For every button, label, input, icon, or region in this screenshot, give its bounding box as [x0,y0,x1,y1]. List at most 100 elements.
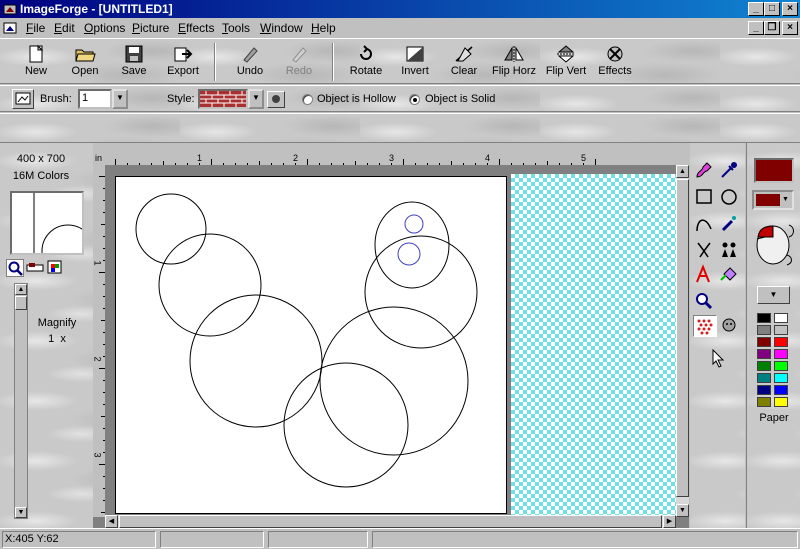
text-tool[interactable] [693,264,717,286]
maximize-button[interactable]: □ [764,2,780,16]
menu-tools[interactable]: Tools [222,21,250,35]
pattern-tool[interactable] [693,315,717,337]
mouse-buttons-icon[interactable] [751,217,797,270]
palette-swatch[interactable] [774,325,788,335]
select-color-icon[interactable] [46,259,64,277]
rotate-button[interactable]: Rotate [340,42,392,82]
solid-label[interactable]: Object is Solid [425,93,495,105]
menu-file[interactable]: File [26,21,45,35]
ruler-tick [523,163,524,165]
mdi-restore-button[interactable]: ❐ [764,21,780,35]
open-button[interactable]: Open [59,42,111,82]
slider-down-button[interactable]: ▼ [15,507,27,518]
palette-swatch[interactable] [757,373,771,383]
palette-swatch[interactable] [757,361,771,371]
ruler-tick [223,163,224,165]
menu-window[interactable]: Window [260,21,303,35]
palette-swatch[interactable] [774,373,788,383]
brush-preview-icon[interactable] [12,89,34,109]
menu-picture[interactable]: Picture [132,21,169,35]
flip-horz-button[interactable]: Flip Horz [488,42,540,82]
scroll-up-button[interactable]: ▲ [676,165,689,178]
brush-dropdown-button[interactable]: ▼ [112,89,128,109]
ruler-tick [271,163,272,165]
scan-icon[interactable] [26,259,44,277]
canvas-frame: in 1 2 3 4 5 1 2 3 ▲ ▼ ◀ ▶ [93,153,689,528]
scroll-left-button[interactable]: ◀ [105,515,118,528]
rectangle-tool[interactable] [693,186,717,208]
fill-tool[interactable] [718,264,742,286]
palette-swatch[interactable] [774,337,788,347]
mdi-close-button[interactable]: × [782,21,798,35]
clear-button[interactable]: Clear [438,42,490,82]
magnify-tool-icon[interactable] [6,259,24,277]
effects-label: Effects [598,65,632,77]
new-button[interactable]: New [10,42,62,82]
slider-thumb[interactable] [15,296,27,310]
style-pattern-field[interactable] [198,89,248,109]
curve-tool[interactable] [693,213,717,235]
menu-effects[interactable]: Effects [178,21,214,35]
palette-swatch[interactable] [757,397,771,407]
select-tool[interactable] [693,239,717,261]
effects-button[interactable]: Effects [589,42,641,82]
palette-swatch[interactable] [774,385,788,395]
scroll-right-button[interactable]: ▶ [663,515,676,528]
ruler-tick [103,200,105,201]
brush-size-field[interactable]: 1 [78,89,112,109]
magnify-slider[interactable]: ▲ ▼ [14,283,28,519]
palette-swatch[interactable] [774,313,788,323]
mdi-minimize-button[interactable]: _ [748,21,764,35]
ruler-tick [247,163,248,165]
redo-label: Redo [285,65,313,77]
palette-swatch[interactable] [774,349,788,359]
invert-button[interactable]: Invert [389,42,441,82]
hollow-label[interactable]: Object is Hollow [317,93,396,105]
style-dropdown-button[interactable]: ▼ [248,89,264,109]
clone-tool[interactable] [718,239,742,261]
palette-swatch[interactable] [774,361,788,371]
image-thumbnail[interactable] [10,191,84,255]
horizontal-scroll-thumb[interactable] [119,515,662,528]
undo-button[interactable]: Undo [224,42,276,82]
palette-menu-button[interactable]: ▼ [757,286,790,304]
menu-edit[interactable]: Edit [54,21,75,35]
close-button[interactable]: × [782,2,798,16]
spray-tool[interactable] [718,213,742,235]
palette-swatch[interactable] [757,385,771,395]
ruler-number: 1 [197,153,203,163]
vertical-scrollbar[interactable]: ▲ ▼ [676,165,689,517]
solid-radio[interactable] [409,94,420,105]
menu-help[interactable]: Help [311,21,336,35]
export-button[interactable]: Export [157,42,209,82]
dropper-tool[interactable] [718,159,742,181]
palette-swatch[interactable] [757,325,771,335]
fill-style-button[interactable] [267,91,285,108]
app-icon[interactable] [3,2,17,16]
drawing-canvas[interactable] [115,176,507,514]
foreground-color-swatch[interactable] [754,158,794,183]
brush-tool[interactable] [693,159,717,181]
flip-vert-button[interactable]: Flip Vert [540,42,592,82]
secondary-color-swatch [756,194,780,206]
zoom-tool[interactable] [693,290,717,312]
scroll-down-button[interactable]: ▼ [676,504,689,517]
palette-swatch[interactable] [774,397,788,407]
save-button[interactable]: Save [108,42,160,82]
palette-swatch[interactable] [757,349,771,359]
minimize-button[interactable]: _ [748,2,764,16]
vertical-scroll-thumb[interactable] [676,179,689,497]
color-dropdown[interactable]: ▼ [752,190,794,210]
horizontal-scrollbar[interactable]: ◀ ▶ [105,515,676,528]
ruler-tick [101,320,105,321]
menu-options[interactable]: Options [84,21,125,35]
redo-button[interactable]: Redo [273,42,325,82]
ellipse-tool[interactable] [718,186,742,208]
document-icon[interactable] [3,21,19,35]
stamp-tool[interactable] [718,315,742,337]
ruler-tick [103,392,105,393]
hollow-radio[interactable] [302,94,313,105]
slider-up-button[interactable]: ▲ [15,284,27,295]
palette-swatch[interactable] [757,337,771,347]
palette-swatch[interactable] [757,313,771,323]
